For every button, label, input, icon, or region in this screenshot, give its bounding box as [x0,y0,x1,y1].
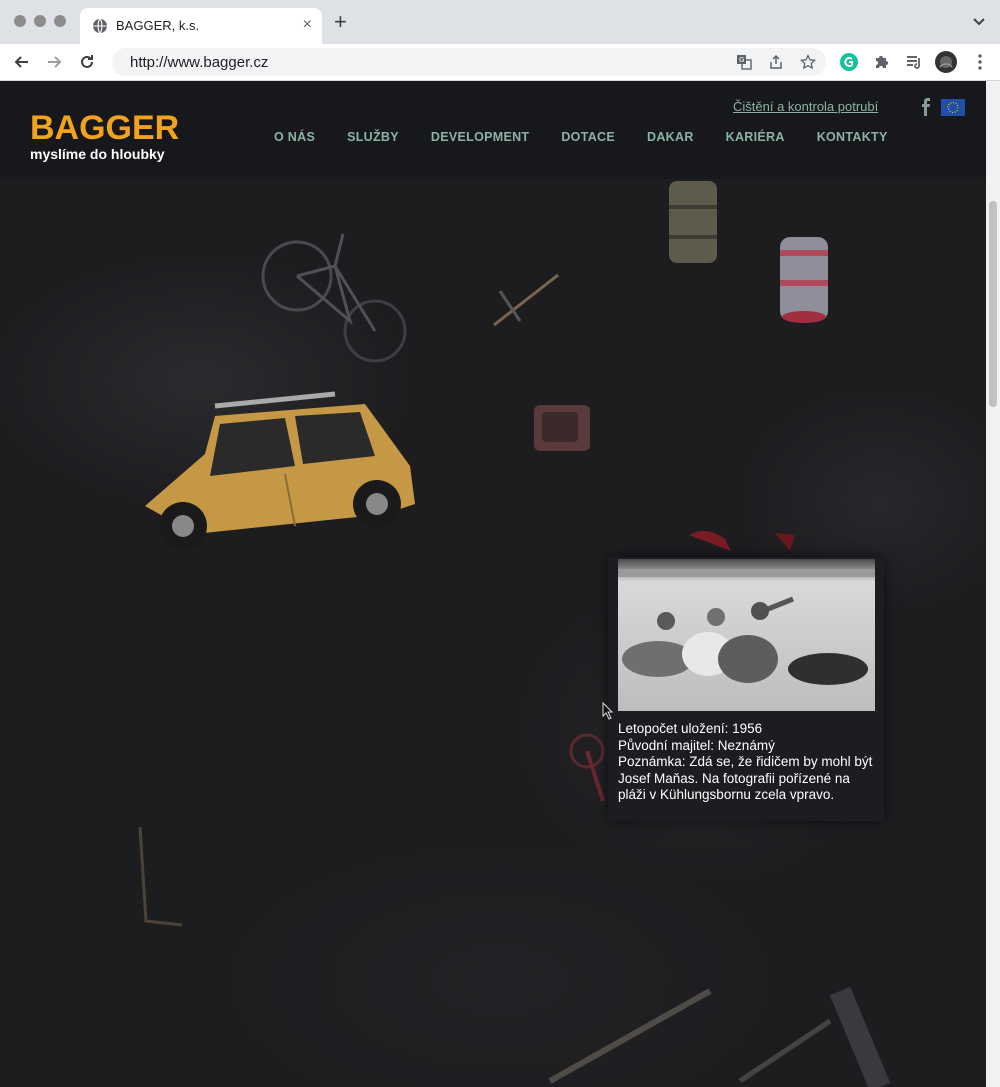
window-zoom-button[interactable] [54,15,66,27]
star-icon[interactable] [800,54,816,70]
pipe-cleaning-link[interactable]: Čištění a kontrola potrubí [733,99,878,114]
translate-icon[interactable]: G [736,54,752,70]
old-tv-image [534,405,590,451]
url-text: http://www.bagger.cz [130,54,269,71]
reload-icon[interactable] [77,52,97,72]
bagger-logo[interactable]: BAGGER [30,111,179,145]
main-nav: O NÁS SLUŽBY DEVELOPMENT DOTACE DAKAR KA… [274,130,920,144]
red-object-image [689,530,795,551]
nav-item-development[interactable]: DEVELOPMENT [431,130,529,144]
debris-poles-image [548,986,891,1087]
nav-item-kariera[interactable]: KARIÉRA [726,130,785,144]
eu-flag-icon[interactable] [941,99,965,116]
globe-icon [93,18,107,34]
chevron-down-icon[interactable] [972,14,986,28]
tab-bar: BAGGER, k.s. × + [0,0,1000,44]
paint-can-image [780,237,828,323]
tagline: myslíme do hloubky [30,146,165,162]
note-text: Poznámka: Zdá se, že řidičem by mohl být… [618,754,873,802]
browser-tab[interactable]: BAGGER, k.s. × [80,8,322,44]
year-text: Letopočet uložení: 1956 [618,721,763,736]
address-bar[interactable]: http://www.bagger.cz G [112,48,826,76]
plus-icon[interactable]: + [334,10,347,34]
nav-item-dakar[interactable]: DAKAR [647,130,694,144]
website-viewport: BAGGER myslíme do hloubky O NÁS SLUŽBY D… [0,81,986,1087]
facebook-icon[interactable] [921,98,931,116]
tab-title: BAGGER, k.s. [116,18,200,33]
grammarly-icon[interactable] [839,52,859,72]
red-bicycle-part-image [569,733,605,802]
owner-text: Původní majitel: Neznámý [618,737,775,753]
nav-item-kontakty[interactable]: KONTAKTY [817,130,888,144]
pickaxe-image [493,273,559,327]
back-arrow-icon[interactable] [12,52,32,72]
pipe-image [138,826,183,927]
nav-item-dotace[interactable]: DOTACE [561,130,615,144]
nav-item-o-nas[interactable]: O NÁS [274,130,315,144]
close-icon[interactable]: × [303,15,312,35]
media-queue-icon[interactable] [904,52,924,72]
nav-item-sluzby[interactable]: SLUŽBY [347,130,399,144]
share-icon[interactable] [768,54,784,70]
site-header: BAGGER myslíme do hloubky O NÁS SLUŽBY D… [0,81,986,179]
window-close-button[interactable] [14,15,26,27]
artifact-info: Letopočet uložení: 1956 Původní majitel:… [618,721,880,804]
forward-arrow-icon[interactable] [44,52,64,72]
beach-photo [618,559,875,711]
cursor-icon [602,702,614,720]
kebab-menu-icon[interactable] [970,52,990,72]
artifact-popup: Letopočet uložení: 1956 Původní majitel:… [608,557,884,821]
page-scrollbar[interactable] [986,81,1000,1087]
bicycle-image [261,233,407,363]
barrel-image [669,181,717,263]
svg-text:G: G [739,56,744,64]
puzzle-icon[interactable] [872,52,892,72]
avatar[interactable] [935,51,957,73]
scrollbar-thumb[interactable] [989,201,997,407]
car-image [145,391,415,550]
window-minimize-button[interactable] [34,15,46,27]
